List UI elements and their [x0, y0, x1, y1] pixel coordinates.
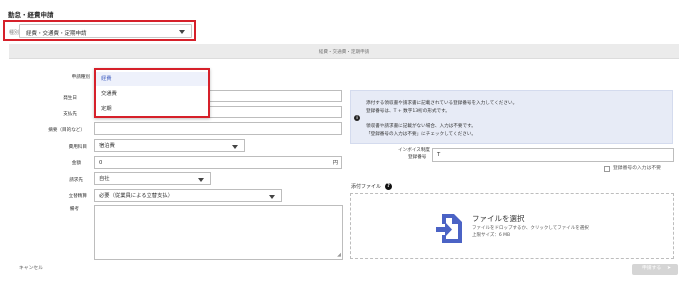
drop-size-limit: 上限サイズ：6 MB [472, 233, 511, 238]
info-line-4: 「登録番号の入力は不要」にチェックしてください。 [366, 132, 476, 137]
chevron-down-icon [198, 178, 204, 182]
date-label: 発生日 [63, 96, 77, 101]
invoice-number-input[interactable]: T [432, 148, 674, 162]
invoice-label-line2: 登録番号 [408, 155, 427, 160]
expense-category-select[interactable]: 宿泊費 [94, 139, 245, 152]
drop-description: ファイルをドロップするか、クリックしてファイルを選択 [472, 226, 589, 231]
section-header: 経費・交通費・定期申請 [9, 44, 679, 59]
dropdown-option-commuter-pass[interactable]: 定期 [96, 102, 208, 116]
application-type-dropdown: 経費 交通費 定期 [94, 68, 210, 118]
help-icon[interactable]: ? [385, 183, 392, 190]
send-icon: ➤ [667, 266, 672, 271]
cancel-button[interactable]: キャンセル [19, 266, 43, 272]
info-line-3: 領収書や請求書に記載がない場合、入力は不要です。 [366, 124, 476, 129]
info-icon: i [354, 115, 360, 121]
application-type-label: 申請種別 [71, 75, 90, 80]
chevron-down-icon [269, 195, 275, 199]
no-invoice-checkbox[interactable] [604, 166, 610, 172]
advance-payment-label: 立替精算 [68, 194, 87, 199]
billing-value: 自社 [99, 176, 110, 182]
amount-unit: 円 [332, 160, 338, 166]
advance-payment-select[interactable]: 必要（従業員による立替支払） [94, 189, 282, 202]
dropdown-option-transport[interactable]: 交通費 [96, 87, 208, 101]
submit-label: 申請する [642, 266, 662, 271]
payee-label: 支払先 [63, 112, 77, 117]
remarks-label: 備考 [69, 207, 79, 212]
no-invoice-label: 登録番号の入力は不要 [613, 166, 661, 171]
summary-input[interactable] [94, 122, 342, 135]
attachment-label: 添付ファイル [351, 184, 382, 190]
expense-category-value: 宿泊費 [99, 143, 115, 149]
resize-handle-icon[interactable]: ◢ [337, 252, 341, 258]
file-drop-zone[interactable]: ファイルを選択 ファイルをドロップするか、クリックしてファイルを選択 上限サイズ… [350, 193, 674, 259]
advance-payment-value: 必要（従業員による立替支払） [99, 193, 173, 199]
type-label: 種別 [9, 30, 20, 36]
amount-label: 金額 [71, 161, 81, 166]
billing-select[interactable]: 自社 [94, 172, 211, 185]
submit-button[interactable]: 申請する ➤ [632, 264, 678, 275]
summary-label: 摘要（目的など） [48, 128, 85, 133]
invoice-number-value: T [437, 152, 441, 158]
invoice-info-box: i 添付する領収書や請求書に記載されている登録番号を入力してください。 登録番号… [350, 90, 673, 144]
expense-category-label: 費用科目 [68, 145, 87, 150]
section-title: 経費・交通費・定期申請 [318, 50, 370, 55]
amount-input[interactable]: 0 円 [94, 156, 342, 169]
chevron-down-icon [179, 30, 185, 34]
remarks-textarea[interactable]: ◢ [94, 205, 343, 260]
type-select[interactable]: 経費・交通費・定期申請 [19, 24, 192, 38]
chevron-down-icon [232, 145, 238, 149]
info-line-1: 添付する領収書や請求書に記載されている登録番号を入力してください。 [366, 101, 518, 106]
amount-value: 0 [99, 160, 103, 166]
billing-label: 請求先 [69, 178, 83, 183]
page-title: 勤怠・経費申請 [8, 11, 54, 19]
drop-title: ファイルを選択 [472, 214, 525, 223]
file-upload-icon [436, 214, 462, 243]
info-line-2: 登録番号は、T + 数字13桁の形式です。 [366, 109, 450, 114]
dropdown-option-expense[interactable]: 経費 [96, 72, 208, 86]
invoice-label-line1: インボイス制度 [398, 148, 431, 153]
type-select-value: 経費・交通費・定期申請 [26, 31, 87, 37]
